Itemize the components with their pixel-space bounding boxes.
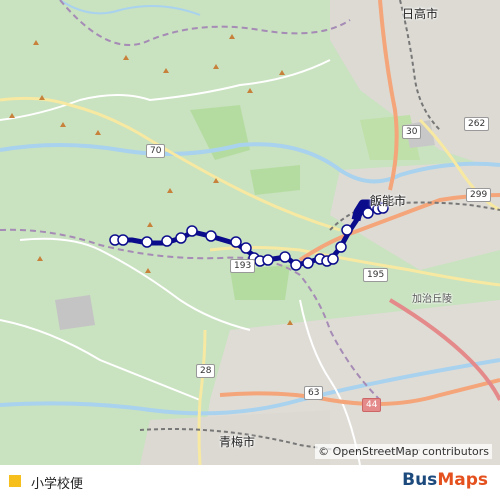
- bus-stop-marker: [262, 254, 274, 266]
- map-attribution[interactable]: © OpenStreetMap contributors: [315, 444, 492, 459]
- place-label-kaji: 加治丘陵: [412, 294, 452, 305]
- bus-stop-marker: [290, 259, 302, 271]
- map-view[interactable]: 日高市 飯能市 青梅市 加治丘陵 30 262 70 299 193 195 2…: [0, 0, 500, 465]
- road-badge-63: 63: [304, 386, 324, 400]
- bus-stop-marker: [341, 224, 353, 236]
- bus-stop-marker: [141, 236, 153, 248]
- bus-stop-marker: [240, 242, 252, 254]
- city-label-hanno: 飯能市: [370, 194, 407, 208]
- road-badge-193: 193: [230, 259, 256, 273]
- bus-stop-marker: [186, 225, 198, 237]
- legend-label: 小学校便: [31, 477, 84, 492]
- bus-stop-marker: [117, 234, 129, 246]
- bus-stop-marker: [335, 241, 347, 253]
- bus-stop-marker: [279, 251, 291, 263]
- road-badge-195: 195: [363, 268, 389, 282]
- bus-stop-marker: [327, 253, 339, 265]
- bus-stop-marker: [205, 230, 217, 242]
- bus-stop-marker: [175, 232, 187, 244]
- legend-swatch: [9, 475, 21, 487]
- road-badge-262: 262: [464, 117, 490, 131]
- legend-bar: 小学校便 BusMaps: [0, 465, 500, 500]
- road-badge-30: 30: [402, 125, 422, 139]
- road-badge-70: 70: [146, 144, 166, 158]
- bus-stop-marker: [230, 236, 242, 248]
- brand-part1: Bus: [402, 470, 438, 490]
- city-label-hidaka: 日高市: [402, 7, 439, 21]
- bus-stop-marker: [302, 257, 314, 269]
- busmaps-logo[interactable]: BusMaps: [402, 470, 488, 490]
- bus-stop-marker: [161, 235, 173, 247]
- map-base: [0, 0, 500, 465]
- road-badge-28: 28: [196, 364, 216, 378]
- road-badge-299: 299: [466, 188, 492, 202]
- city-label-ome: 青梅市: [219, 435, 256, 449]
- brand-part2: Maps: [437, 470, 488, 490]
- road-badge-44: 44: [362, 398, 382, 412]
